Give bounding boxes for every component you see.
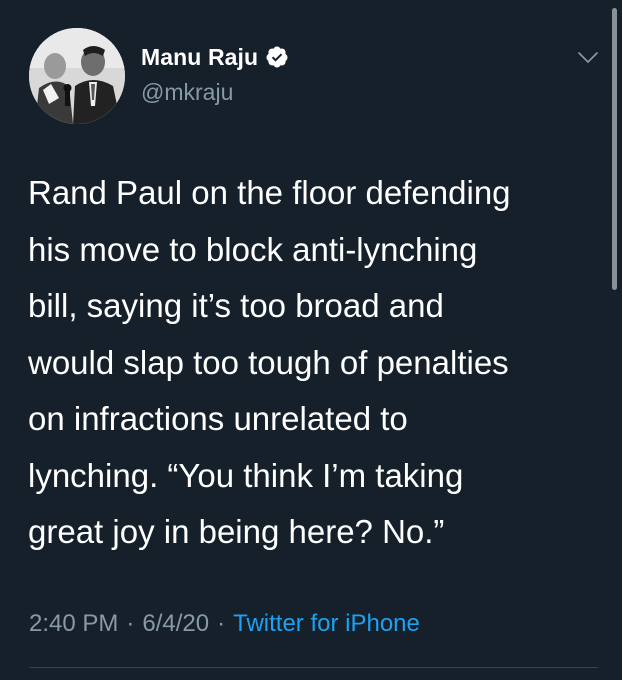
tweet-meta: 2:40 PM · 6/4/20 · Twitter for iPhone: [29, 610, 420, 638]
tweet-card: Manu Raju @mkraju Rand Paul on the floor…: [0, 0, 622, 680]
tweet-date[interactable]: 6/4/20: [142, 610, 209, 637]
verified-badge-icon: [265, 45, 289, 69]
divider: [29, 667, 598, 668]
avatar-photo: [29, 28, 125, 124]
scrollbar[interactable]: [612, 8, 617, 290]
tweet-text-line: his move to block anti-lynching: [28, 230, 478, 268]
display-name[interactable]: Manu Raju: [141, 44, 258, 71]
tweet-text-line: great joy in being here? No.”: [28, 513, 445, 550]
avatar[interactable]: [29, 28, 125, 124]
author-name-row[interactable]: Manu Raju: [141, 42, 289, 72]
tweet-source-link[interactable]: Twitter for iPhone: [233, 610, 420, 637]
tweet-text-line: lynching. “You think I’m taking: [28, 456, 464, 494]
chevron-down-icon[interactable]: [576, 50, 600, 66]
meta-separator: ·: [126, 610, 135, 637]
tweet-text-line: on infractions unrelated to: [28, 400, 408, 437]
meta-separator: ·: [217, 610, 226, 637]
tweet-text-line: Rand Paul on the floor defending: [28, 174, 511, 211]
tweet-text: Rand Paul on the floor defending his mov…: [28, 165, 598, 561]
author-handle[interactable]: @mkraju: [141, 79, 233, 106]
tweet-text-line: would slap too tough of penalties: [28, 343, 509, 381]
tweet-time[interactable]: 2:40 PM: [29, 610, 118, 637]
tweet-text-line: bill, saying it’s too broad and: [28, 287, 444, 324]
